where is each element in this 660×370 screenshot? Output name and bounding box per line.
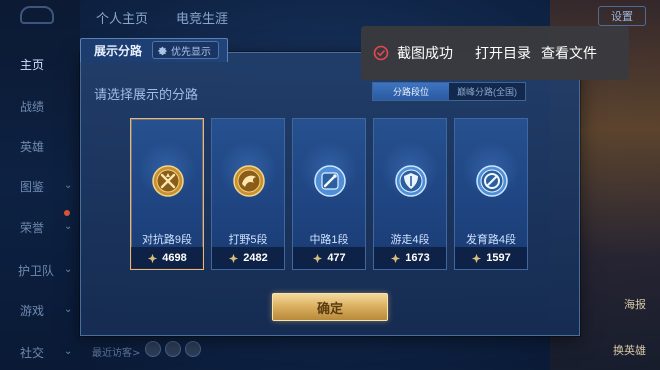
- back-logo-icon[interactable]: [20, 6, 54, 24]
- rank-star-icon: [391, 253, 401, 263]
- lane-card-jungle[interactable]: 打野5段 2482: [211, 118, 285, 270]
- rank-star-icon: [313, 253, 323, 263]
- rank-star-icon: [229, 253, 239, 263]
- sidebar-item-honors[interactable]: 荣誉: [20, 219, 44, 236]
- view-file-link[interactable]: 查看文件: [541, 43, 597, 63]
- lane-score-value: 2482: [243, 252, 268, 264]
- rank-star-icon: [472, 253, 482, 263]
- blue-wand-badge-icon: [314, 165, 346, 197]
- select-lane-prompt: 请选择展示的分路: [94, 87, 199, 102]
- lane-score-value: 1673: [405, 252, 430, 264]
- tab-profile[interactable]: 个人主页: [96, 8, 148, 27]
- avatar[interactable]: [185, 341, 201, 357]
- sidebar-item-social[interactable]: 社交: [20, 344, 44, 361]
- gold-sword-badge-icon: [152, 165, 184, 197]
- check-circle-icon: [373, 45, 389, 61]
- gear-icon: [158, 46, 167, 55]
- priority-display-button[interactable]: 优先显示: [152, 41, 219, 59]
- priority-display-label: 优先显示: [171, 46, 211, 58]
- blue-shield-badge-icon: [395, 165, 427, 197]
- avatar[interactable]: [165, 341, 181, 357]
- chevron-down-icon: ⌄: [64, 304, 73, 315]
- lane-card-adc[interactable]: 发育路4段 1597: [454, 118, 528, 270]
- lane-card-mid[interactable]: 中路1段 477: [292, 118, 366, 270]
- sidebar-item-heroes[interactable]: 英雄: [20, 138, 44, 155]
- lane-score-value: 4698: [162, 252, 187, 264]
- notification-dot: [64, 210, 70, 216]
- confirm-button[interactable]: 确定: [272, 293, 388, 321]
- lane-rank-label: 打野5段: [228, 234, 268, 246]
- change-hero-label[interactable]: 换英雄: [613, 342, 646, 358]
- gold-dragon-badge-icon: [233, 165, 265, 197]
- sidebar-item-guard-team[interactable]: 护卫队: [18, 262, 54, 279]
- settings-button[interactable]: 设置: [598, 6, 646, 26]
- lane-card-top[interactable]: 对抗路9段 4698: [130, 118, 204, 270]
- chevron-down-icon: ⌄: [64, 264, 73, 275]
- blue-target-badge-icon: [476, 165, 508, 197]
- tab-lane-rank[interactable]: 分路段位: [373, 83, 449, 100]
- lane-card-roam[interactable]: 游走4段 1673: [373, 118, 447, 270]
- lane-score: 2482: [212, 247, 284, 269]
- lane-type-toggle: 分路段位 巅峰分路(全国): [372, 82, 526, 101]
- recent-visitors-link[interactable]: 最近访客>: [92, 344, 140, 359]
- chevron-down-icon: ⌄: [64, 221, 73, 232]
- lane-rank-label: 对抗路9段: [141, 234, 193, 246]
- tab-peak-lane-national[interactable]: 巅峰分路(全国): [449, 83, 525, 100]
- toast-status-text: 截图成功: [397, 45, 453, 61]
- sidebar-item-home[interactable]: 主页: [20, 56, 44, 73]
- lane-rank-label: 中路1段: [309, 234, 349, 246]
- lane-score: 1597: [455, 247, 527, 269]
- lane-score: 477: [293, 247, 365, 269]
- tab-esports-career[interactable]: 电竞生涯: [176, 8, 228, 27]
- lane-rank-label: 发育路4段: [465, 234, 517, 246]
- chevron-down-icon: ⌄: [64, 180, 73, 191]
- lane-score: 1673: [374, 247, 446, 269]
- open-directory-link[interactable]: 打开目录: [475, 43, 531, 63]
- sidebar-item-codex[interactable]: 图鉴: [20, 178, 44, 195]
- sidebar-item-games[interactable]: 游戏: [20, 302, 44, 319]
- poster-label[interactable]: 海报: [624, 296, 646, 312]
- lane-score-value: 1597: [486, 252, 511, 264]
- lane-score-value: 477: [327, 252, 346, 264]
- avatar[interactable]: [145, 341, 161, 357]
- rank-star-icon: [148, 253, 158, 263]
- lane-rank-label: 游走4段: [390, 234, 430, 246]
- chevron-down-icon: ⌄: [64, 346, 73, 357]
- screenshot-toast: 截图成功 打开目录 查看文件: [361, 26, 629, 80]
- dialog-title: 展示分路: [94, 44, 143, 58]
- sidebar-item-record[interactable]: 战绩: [20, 98, 44, 115]
- lane-score: 4698: [131, 247, 203, 269]
